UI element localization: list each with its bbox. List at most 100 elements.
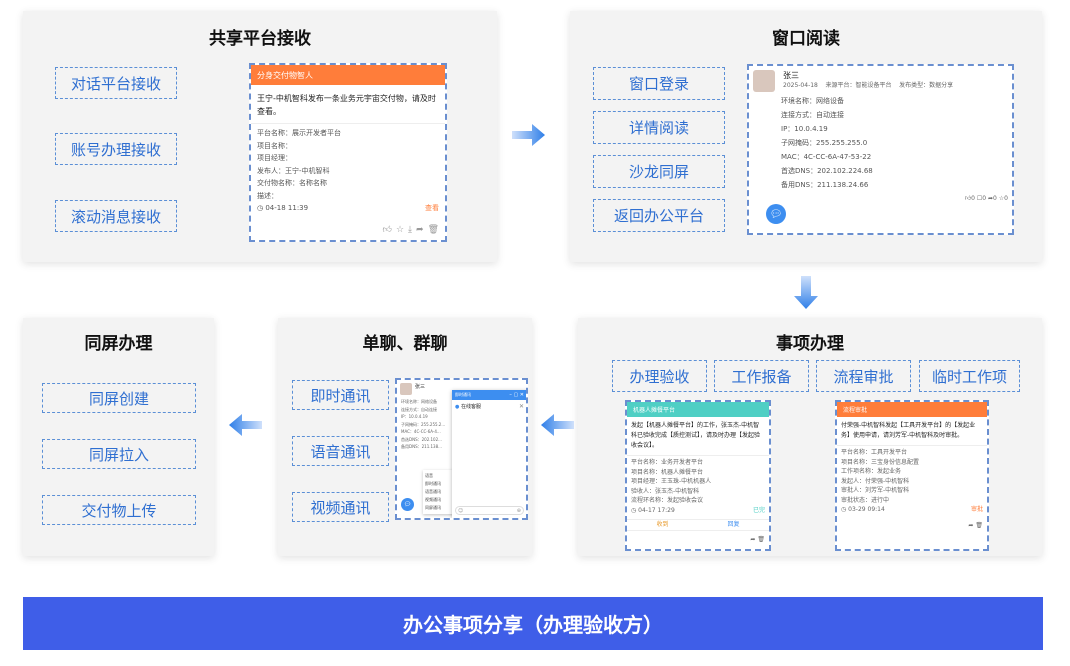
arrow-down-icon [794, 276, 818, 309]
temp-work-button[interactable]: 临时工作项 [919, 360, 1020, 392]
field-row: 项目名称： [257, 141, 292, 150]
field-row: 项目经理：王玉珠-中机机器人 [631, 478, 712, 485]
field-row: 审批人：刘芳军-中机智科 [841, 487, 910, 494]
star-icon[interactable]: ☆ [396, 225, 404, 235]
field-row: 工作项名称：发起业务 [841, 468, 902, 475]
panel-title: 同屏办理 [84, 334, 153, 354]
menu-item[interactable]: 语音 [425, 472, 453, 480]
like-icon[interactable]: 👍︎ [383, 225, 392, 235]
card-type: 发布类型：数据分享 [899, 82, 954, 89]
field-row: 流程环名称：发起验收会议 [631, 497, 704, 504]
panel-window-read: 窗口阅读 窗口登录 详情阅读 沙龙同屏 返回办公平台 张三 2025-04-18… [570, 11, 1042, 262]
field-row: 项目经理： [257, 154, 292, 162]
call-menu: 语音 即时通讯 语音通讯 视频通讯 同屏通讯 [423, 470, 455, 514]
approval-card[interactable]: 流程审批 付荣强-中机智科发起【工具开发平台】的【发起业务】使用申请，请刘芳军-… [835, 400, 989, 551]
emoji-icon[interactable]: ☺ [458, 508, 463, 514]
card-date: 2025-04-18 [783, 82, 818, 89]
detail-read-button[interactable]: 详情阅读 [593, 111, 725, 144]
field-row: 验收人：张玉杰-中机智科 [631, 487, 700, 495]
detail-card[interactable]: 张三 2025-04-18 来源平台：智能设备平台 发布类型：数据分享 环境名称… [747, 64, 1014, 235]
field-row: 连接方式：自动连接 [781, 111, 844, 119]
panel-chat: 单聊、群聊 即时通讯 语音通讯 视频通讯 张三 环境名称：网络设备 连接方式：自… [278, 318, 532, 556]
window-controls-icon[interactable]: – ▢ ✕ [509, 392, 524, 398]
arrow-right-icon [512, 124, 545, 146]
field-row: 项目名称：机器人摊餐平台 [631, 468, 704, 476]
pull-screen-button[interactable]: 同屏拉入 [42, 439, 196, 469]
clock-icon: ◷ 04-18 11:39 [257, 204, 309, 212]
delete-icon[interactable]: 🗑︎ [757, 536, 765, 543]
card-message: 发起【机器人摊餐平台】的工作，张玉杰-中机智科已验收完成【质控测试】，请及时办理… [627, 417, 769, 456]
comment-count: 0 [982, 195, 987, 202]
share-icon[interactable]: ➦ [750, 536, 755, 543]
delete-icon[interactable]: 🗑︎ [428, 225, 439, 235]
panel-title: 共享平台接收 [209, 29, 311, 49]
status-badge: 审批 [970, 506, 983, 513]
chat-popup[interactable]: 即时通讯 – ▢ ✕ ● 在线客服 ✕ ☺ ⊕ [452, 390, 526, 518]
voice-call-button[interactable]: 语音通讯 [292, 436, 389, 466]
menu-item[interactable]: 即时通讯 [425, 480, 453, 488]
field-row: 审批状态：进行中 [841, 496, 890, 504]
dialog-receive-button[interactable]: 对话平台接收 [55, 67, 177, 99]
card-message: 王宁-中机智科发布一条业务元宇宙交付物，请及时查看。 [251, 85, 445, 124]
report-button[interactable]: 工作报备 [714, 360, 809, 392]
service-icon: ● [455, 404, 460, 410]
arrow-left-icon [541, 414, 574, 436]
card-time: 04-17 17:29 [638, 506, 675, 514]
field-row: 平台名称：业务开发者平台 [631, 459, 704, 466]
close-icon[interactable]: ✕ [519, 403, 524, 410]
add-icon[interactable]: ⊕ [517, 508, 521, 514]
download-icon[interactable]: ⤓ [408, 225, 412, 235]
field-row: MAC：4C-CC-6A-47-53-22 [781, 153, 872, 161]
card-header: 分身交付物智人 [251, 65, 445, 85]
field-row: IP：10.0.4.19 [781, 125, 828, 133]
field-row: 平台名称：展示开发者平台 [257, 129, 341, 137]
star-count: 0 [1004, 195, 1008, 202]
share-icon[interactable]: ➦ [968, 522, 973, 529]
user-name: 张三 [783, 71, 799, 80]
message-input[interactable]: ☺ ⊕ [455, 506, 524, 515]
reply-button[interactable]: 回复 [698, 520, 769, 530]
card-header: 机器人摊餐平台 [627, 402, 769, 417]
delete-icon[interactable]: 🗑︎ [975, 522, 983, 529]
window-login-button[interactable]: 窗口登录 [593, 67, 725, 100]
footer-title: 办公事项分享（办理验收方） [403, 613, 663, 637]
field-row: 发布人：王宁-中机智科 [257, 166, 330, 175]
notification-card[interactable]: 分身交付物智人 王宁-中机智科发布一条业务元宇宙交付物，请及时查看。 平台名称：… [249, 63, 447, 242]
upload-deliverable-button[interactable]: 交付物上传 [42, 495, 196, 525]
received-button[interactable]: 收到 [627, 520, 698, 530]
instant-message-button[interactable]: 即时通讯 [292, 380, 389, 410]
create-screen-button[interactable]: 同屏创建 [42, 383, 196, 413]
accept-card[interactable]: 机器人摊餐平台 发起【机器人摊餐平台】的工作，张玉杰-中机智科已验收完成【质控测… [625, 400, 771, 551]
approval-button[interactable]: 流程审批 [816, 360, 911, 392]
salon-screen-button[interactable]: 沙龙同屏 [593, 155, 725, 188]
field-row: 子网掩码：255.255.255.0 [781, 139, 868, 147]
scroll-message-button[interactable]: 滚动消息接收 [55, 200, 177, 232]
clock-icon: ◷ 04-17 17:29 [631, 506, 675, 514]
popup-header: 即时通讯 [455, 392, 471, 397]
share-icon[interactable]: ➦ [416, 225, 424, 235]
field-row: 环境名称：网络设备 [781, 97, 844, 105]
field-row: 描述： [257, 191, 278, 200]
card-source: 来源平台：智能设备平台 [825, 82, 892, 89]
field-row: 备用DNS：211.138.24.66 [781, 181, 869, 189]
field-row: 首选DNS：202.102.224.68 [781, 167, 873, 175]
menu-item[interactable]: 视频通讯 [425, 496, 453, 504]
footer-banner: 办公事项分享（办理验收方） [23, 597, 1043, 650]
accept-button[interactable]: 办理验收 [612, 360, 707, 392]
arrow-left-icon [229, 414, 262, 436]
popup-title: 在线客服 [460, 404, 481, 410]
chat-card[interactable]: 张三 环境名称：网络设备 连接方式：自动连接 IP：10.0.4.19 子网掩码… [395, 378, 528, 520]
chat-icon[interactable]: 💬︎ [401, 498, 414, 511]
return-office-button[interactable]: 返回办公平台 [593, 199, 725, 232]
view-link[interactable]: 查看 [425, 202, 439, 215]
chat-icon[interactable]: 💬︎ [766, 204, 786, 224]
field-row: 项目名称：三宝身份信息配置 [841, 458, 920, 466]
menu-item[interactable]: 同屏通讯 [425, 504, 453, 512]
account-receive-button[interactable]: 账号办理接收 [55, 133, 177, 165]
video-call-button[interactable]: 视频通讯 [292, 492, 389, 522]
status-badge: 已完 [752, 506, 765, 514]
clock-icon: ◷ 03-29 09:14 [841, 506, 885, 513]
like-count: 0 [971, 195, 975, 202]
menu-item[interactable]: 语音通讯 [425, 488, 453, 496]
field-row: 平台名称：工具开发平台 [841, 449, 908, 456]
